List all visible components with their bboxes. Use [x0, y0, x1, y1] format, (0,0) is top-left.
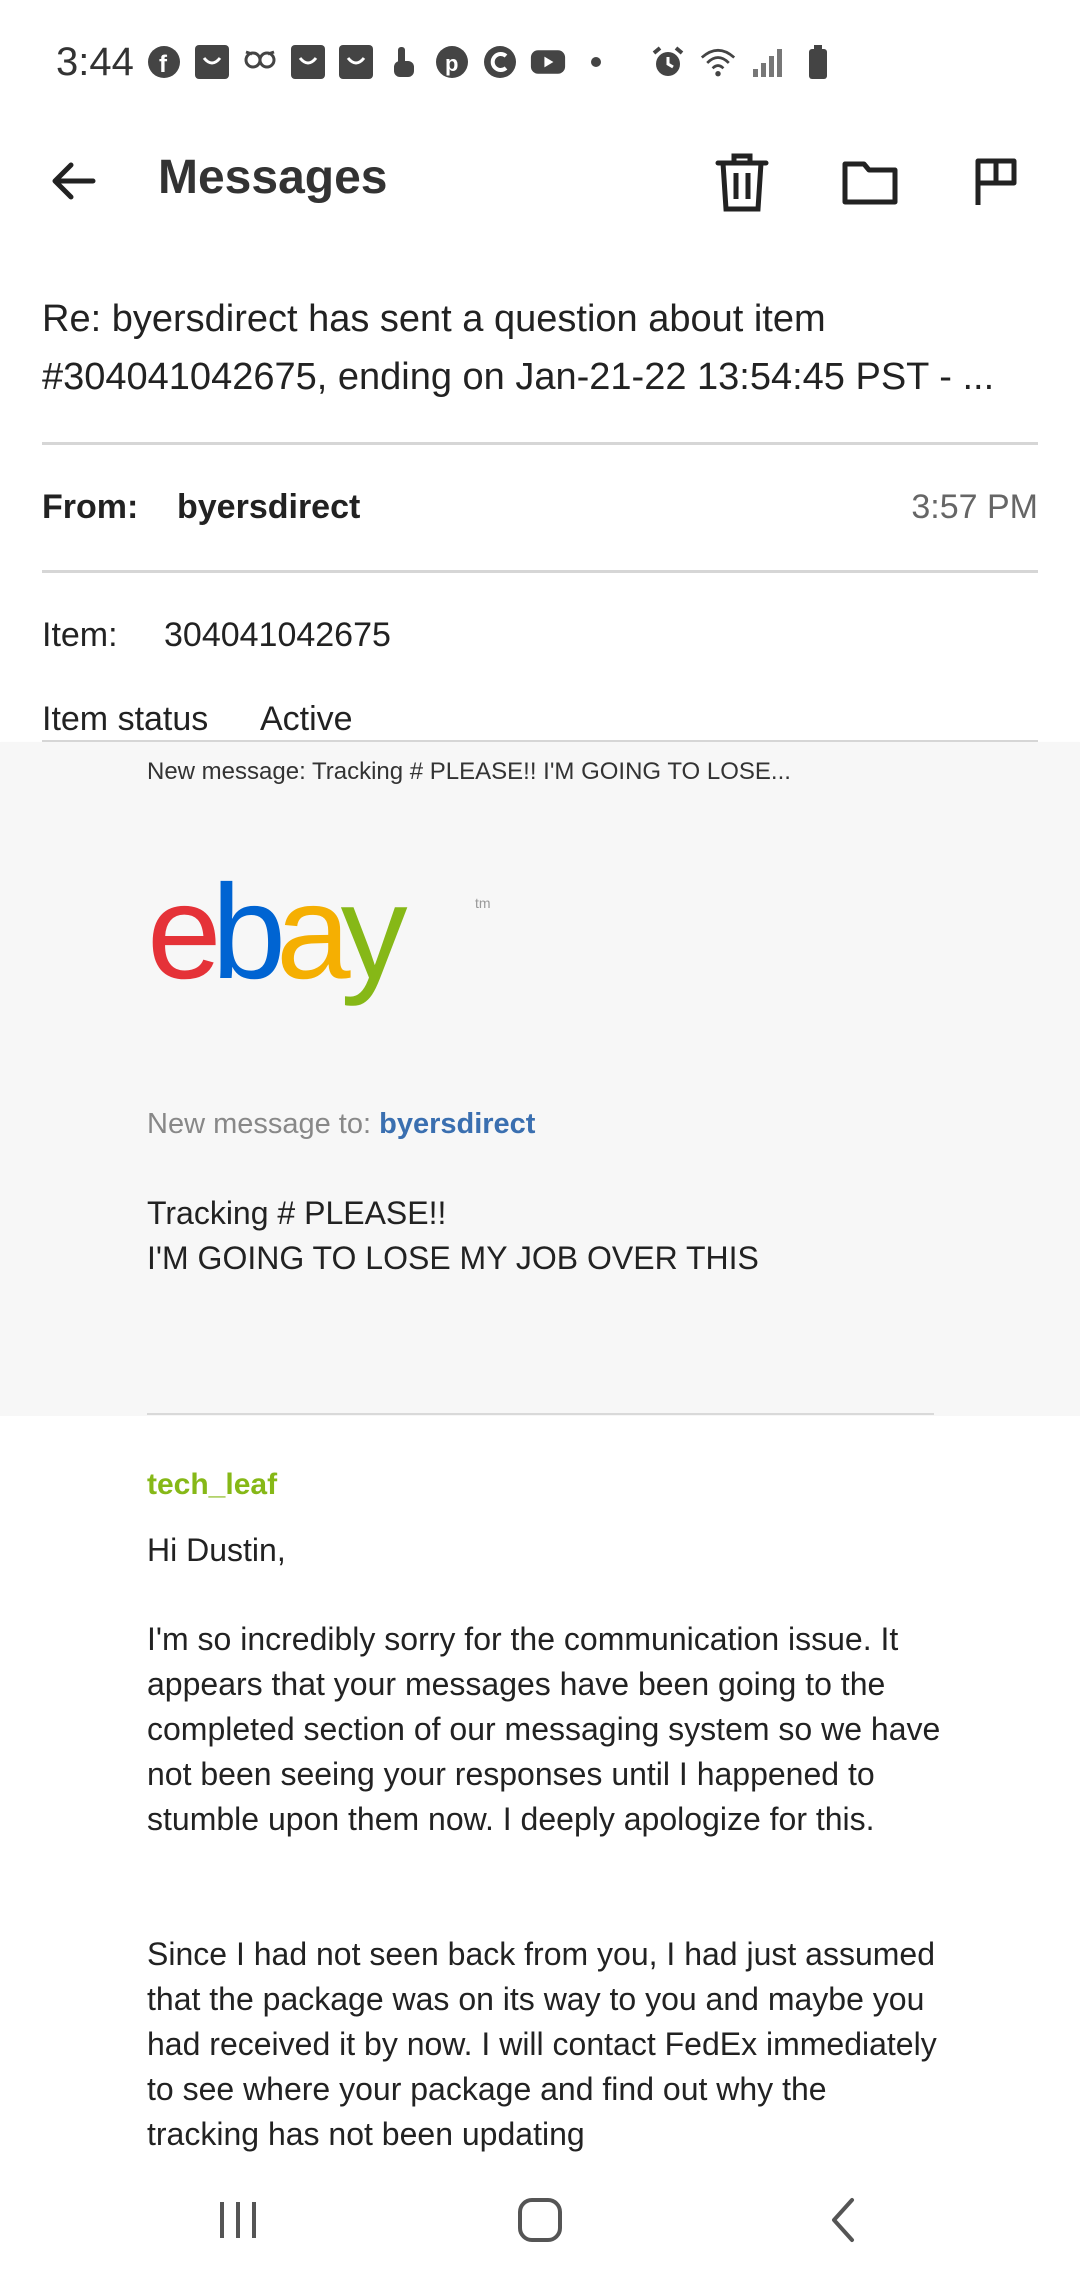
preview-text: New message: Tracking # PLEASE!! I'M GOI…	[147, 758, 791, 785]
facebook-icon: f	[146, 44, 182, 80]
hootsuite-icon	[242, 44, 278, 80]
item-status-label: Item status	[42, 700, 209, 738]
message-line-1: Tracking # PLEASE!!	[147, 1195, 447, 1231]
reply-sender[interactable]: tech_leaf	[147, 1468, 277, 1502]
move-to-folder-button[interactable]	[832, 144, 908, 220]
trademark-mark: tm	[475, 895, 491, 911]
ccleaner-icon	[482, 44, 518, 80]
from-value[interactable]: byersdirect	[177, 488, 360, 527]
pocket-icon	[290, 44, 326, 80]
recipient-line: New message to: byersdirect	[147, 1108, 535, 1141]
message-line-2: I'M GOING TO LOSE MY JOB OVER THIS	[147, 1240, 759, 1276]
ebay-logo-text: ebay	[147, 868, 408, 1007]
divider	[42, 570, 1038, 573]
svg-text:p: p	[445, 51, 458, 76]
recents-button[interactable]	[198, 2180, 278, 2260]
status-time: 3:44	[56, 40, 134, 84]
recents-icon	[220, 2202, 256, 2238]
hand-icon	[386, 44, 422, 80]
system-icons	[650, 44, 836, 80]
alarm-icon	[650, 44, 686, 80]
pocket-icon	[338, 44, 374, 80]
divider	[42, 442, 1038, 445]
pinterest-icon: p	[434, 44, 470, 80]
home-button[interactable]	[500, 2180, 580, 2260]
from-label: From:	[42, 488, 139, 526]
received-time: 3:57 PM	[911, 488, 1038, 526]
pocket-icon	[194, 44, 230, 80]
item-label: Item:	[42, 616, 118, 654]
folder-icon	[842, 161, 898, 205]
notification-icons: f p	[146, 44, 614, 80]
battery-icon	[800, 44, 836, 80]
wifi-icon	[700, 44, 736, 80]
recipient-prefix: New message to:	[147, 1108, 372, 1140]
item-status-value: Active	[260, 700, 353, 738]
reply-paragraph-2: Since I had not seen back from you, I ha…	[147, 1936, 937, 2152]
recipient-link[interactable]: byersdirect	[379, 1108, 535, 1140]
flag-button[interactable]	[958, 144, 1034, 220]
system-back-button[interactable]	[804, 2180, 884, 2260]
delete-button[interactable]	[704, 144, 780, 220]
reply-greeting: Hi Dustin,	[147, 1532, 286, 1568]
chevron-left-icon	[832, 2198, 854, 2242]
reply-paragraph-1: I'm so incredibly sorry for the communic…	[147, 1621, 941, 1837]
message-subject: Re: byersdirect has sent a question abou…	[42, 298, 995, 398]
ebay-logo: ebay tm	[147, 868, 491, 1007]
divider	[147, 1413, 934, 1415]
dot-icon	[578, 44, 614, 80]
flag-icon	[975, 158, 1017, 205]
trash-icon	[715, 153, 769, 212]
svg-text:f: f	[159, 51, 168, 78]
youtube-icon	[530, 44, 566, 80]
back-button[interactable]	[40, 148, 106, 214]
arrow-left-icon	[52, 162, 96, 200]
page-title: Messages	[158, 151, 388, 204]
signal-icon	[750, 44, 786, 80]
item-number[interactable]: 304041042675	[164, 616, 391, 655]
home-icon	[518, 2198, 562, 2242]
